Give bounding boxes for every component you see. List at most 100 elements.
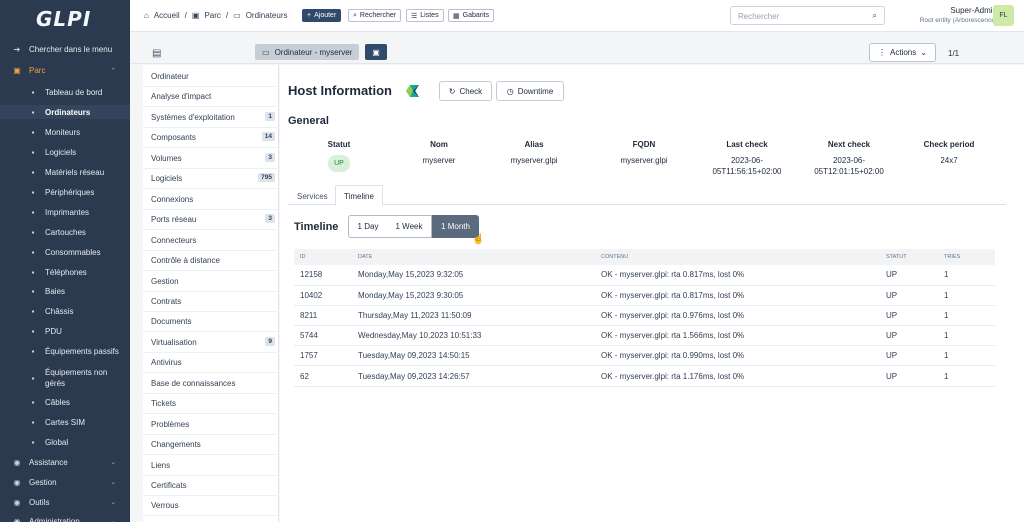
sidebar-section-parc[interactable]: ▣ Parc ⌃	[0, 66, 130, 75]
template-icon: ▦	[453, 12, 460, 20]
cell-status: UP	[880, 365, 938, 387]
calendar-button[interactable]: ▣	[365, 44, 387, 60]
sidebar-item-c-bles[interactable]: ▪ Câbles	[0, 395, 130, 409]
name-value: myserver	[422, 156, 456, 165]
tab-virtualisation[interactable]: Virtualisation 9	[143, 333, 279, 353]
downtime-button[interactable]: ◷ Downtime	[496, 81, 564, 101]
tab-analyse-d-impact[interactable]: Analyse d'impact	[143, 87, 279, 108]
global-search-input[interactable]: Rechercher ⌕	[730, 6, 885, 25]
table-row[interactable]: 5744 Wednesday,May 10,2023 10:51:33 OK - m…	[294, 325, 995, 347]
tab-base-de-connaissances[interactable]: Base de connaissances	[143, 374, 279, 394]
sidebar-item-imprimantes[interactable]: ▪ Imprimantes	[0, 205, 130, 219]
lists-button[interactable]: ☰ Listes	[406, 9, 444, 22]
sidebar-item-global[interactable]: ▪ Global	[0, 435, 130, 449]
box-icon: ▣	[13, 66, 21, 75]
tab-ordinateur[interactable]: Ordinateur	[143, 67, 279, 87]
cell-tries: 1	[938, 265, 995, 286]
table-row[interactable]: 62 Tuesday,May 09,2023 14:26:57 OK - myser…	[294, 365, 995, 387]
tab-certificats[interactable]: Certificats	[143, 476, 279, 496]
table-row[interactable]: 10402 Monday,May 15,2023 9:30:05 OK - myse…	[294, 285, 995, 306]
tab-connexions[interactable]: Connexions	[143, 190, 279, 210]
sidebar-item-cartes-sim[interactable]: ▪ Cartes SIM	[0, 415, 130, 429]
sidebar-item--quipements-passifs[interactable]: ▪ Équipements passifs	[0, 344, 130, 358]
sidebar-section-label: Outils	[29, 497, 50, 507]
cable-icon: ▪	[31, 397, 35, 407]
cell-content: OK - myserver.glpi: rta 0.976ms, lost 0%	[595, 305, 880, 327]
search-button[interactable]: ⌕ Rechercher	[348, 9, 402, 22]
menu-search[interactable]: ➔ Chercher dans le menu	[0, 45, 130, 54]
user-info[interactable]: Super-Admin Root entity (Arborescence)	[903, 6, 997, 24]
more-vertical-icon: ⋮	[878, 48, 886, 57]
tab-gestion[interactable]: Gestion	[143, 272, 279, 292]
refresh-icon: ↻	[448, 86, 456, 96]
breadcrumb-home[interactable]: Accueil	[154, 11, 180, 20]
breadcrumb-parc[interactable]: Parc	[204, 11, 220, 20]
range-1-week[interactable]: 1 Week	[387, 215, 432, 238]
sidebar-item-ch-ssis[interactable]: ▪ Châssis	[0, 304, 130, 318]
tab-liens[interactable]: Liens	[143, 456, 279, 476]
list-toggle-icon[interactable]: ▤	[152, 48, 161, 59]
check-button[interactable]: ↻ Check	[439, 81, 492, 101]
sidebar-section-assistance[interactable]: ◉ Assistance ⌄	[0, 455, 130, 469]
tab-timeline[interactable]: Timeline	[335, 185, 383, 206]
sidebar-item-label: Périphériques	[45, 187, 95, 197]
sidebar-item-cartouches[interactable]: ▪ Cartouches	[0, 225, 130, 239]
sidebar-section-outils[interactable]: ◉ Outils ⌄	[0, 495, 130, 509]
sidebar-item-logiciels[interactable]: ▪ Logiciels	[0, 145, 130, 159]
breadcrumb: ⌂ Accueil / ▣ Parc / ▭ Ordinateurs	[144, 11, 288, 20]
search-icon[interactable]: ⌕	[873, 11, 877, 21]
table-row[interactable]: 12158 Monday,May 15,2023 9:32:05 OK - myse…	[294, 265, 995, 286]
sidebar-section-gestion[interactable]: ◉ Gestion ⌄	[0, 475, 130, 489]
sidebar-item-t-l-phones[interactable]: ▪ Téléphones	[0, 265, 130, 279]
sidebar-item-mat-riels-r-seau[interactable]: ▪ Matériels réseau	[0, 165, 130, 179]
sidebar-section-administration[interactable]: ◉ Administration ⌄	[0, 514, 130, 522]
tab-composants[interactable]: Composants 14	[143, 128, 279, 149]
header-next-check: Next check	[827, 140, 871, 149]
computer-icon: ▪	[31, 107, 35, 117]
header-name: Nom	[430, 140, 448, 149]
tab-syst-mes-d-exploitation[interactable]: Systèmes d'exploitation 1	[143, 108, 279, 128]
templates-button[interactable]: ▦ Gabarits	[448, 9, 495, 22]
table-row[interactable]: 1757 Tuesday,May 09,2023 14:50:15 OK - mys…	[294, 345, 995, 367]
network-icon: ▪	[31, 167, 35, 177]
tab-antivirus[interactable]: Antivirus	[143, 353, 279, 374]
status-badge: UP	[328, 155, 350, 172]
tab-tickets[interactable]: Tickets	[143, 394, 279, 415]
sidebar-item-consommables[interactable]: ▪ Consommables	[0, 245, 130, 259]
sidebar-item-baies[interactable]: ▪ Baies	[0, 284, 130, 298]
tab-documents[interactable]: Documents	[143, 312, 279, 333]
actions-button[interactable]: ⋮ Actions ⌄	[869, 43, 936, 62]
tab-changements[interactable]: Changements	[143, 435, 279, 456]
sidebar-item-label: Matériels réseau	[45, 167, 105, 177]
tab-contrats[interactable]: Contrats	[143, 292, 279, 312]
avatar[interactable]: FL	[993, 5, 1014, 26]
tab-ports-r-seau[interactable]: Ports réseau 3	[143, 210, 279, 231]
header-status: Statut	[327, 140, 351, 149]
tab-connecteurs[interactable]: Connecteurs	[143, 231, 279, 251]
cell-content: OK - myserver.glpi: rta 0.990ms, lost 0%	[595, 345, 880, 367]
list-icon: ☰	[411, 12, 418, 20]
tab-services[interactable]: Services	[288, 185, 337, 206]
tab-contr-le-distance[interactable]: Contrôle à distance	[143, 251, 279, 272]
tab-probl-mes[interactable]: Problèmes	[143, 415, 279, 435]
sidebar-item-ordinateurs[interactable]: ▪ Ordinateurs	[0, 105, 130, 119]
timeline-table: ID Date Contenu Statut Tries 12158 Monday…	[294, 249, 995, 387]
sidebar-item-moniteurs[interactable]: ▪ Moniteurs	[0, 125, 130, 139]
table-row[interactable]: 8211 Thursday,May 11,2023 11:50:09 OK - my…	[294, 305, 995, 327]
tab-verrous[interactable]: Verrous	[143, 496, 279, 517]
range-1-day[interactable]: 1 Day	[348, 215, 388, 238]
sidebar-item-pdu[interactable]: ▪ PDU	[0, 324, 130, 338]
tab-volumes[interactable]: Volumes 3	[143, 149, 279, 169]
count-badge: 1	[265, 111, 275, 121]
sidebar-item--quipements-non[interactable]: ▪ Équipements non gérés	[0, 364, 130, 392]
sidebar-item-tableau-de-bord[interactable]: ▪ Tableau de bord	[0, 85, 130, 99]
cartridge-icon: ▪	[31, 227, 35, 237]
chevron-down-icon: ⌄	[110, 459, 116, 466]
monitor-icon: ▪	[31, 127, 35, 137]
status-value: UP	[312, 155, 366, 172]
count-badge: 9	[265, 336, 275, 346]
add-button[interactable]: + Ajouter	[302, 9, 342, 22]
sidebar-item-p-riph-riques[interactable]: ▪ Périphériques	[0, 185, 130, 199]
breadcrumb-ordinateurs[interactable]: Ordinateurs	[246, 11, 288, 20]
tab-logiciels[interactable]: Logiciels 795	[143, 169, 279, 190]
